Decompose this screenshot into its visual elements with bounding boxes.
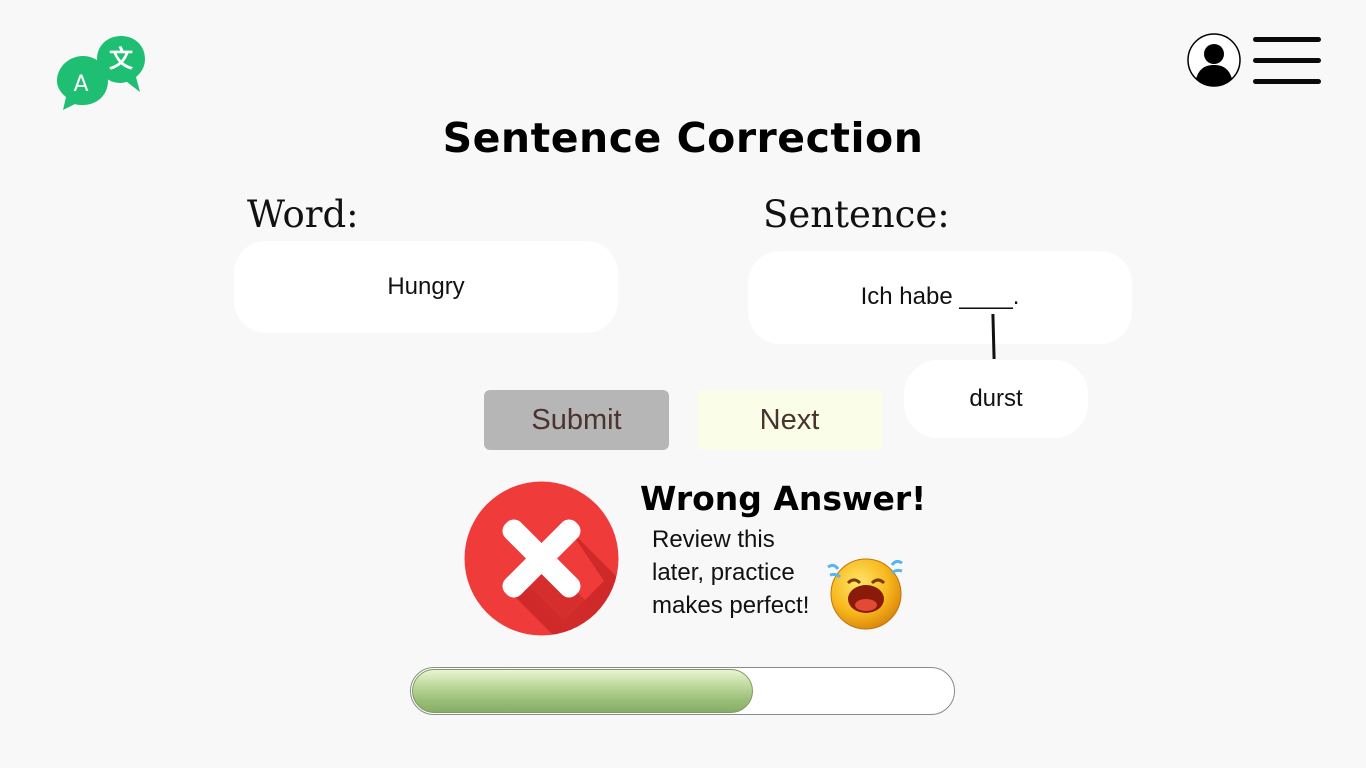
submit-button[interactable]: Submit [484, 390, 669, 450]
menu-bar [1253, 79, 1321, 84]
feedback-title: Wrong Answer! [640, 479, 927, 518]
answer-text: durst [969, 385, 1023, 412]
red-x-circle-icon [464, 481, 619, 636]
feedback-message: Review this later, practice makes perfec… [652, 526, 810, 619]
progress-bar [410, 667, 955, 715]
svg-text:A: A [73, 72, 88, 97]
next-button[interactable]: Next [697, 390, 882, 450]
profile-button[interactable] [1187, 33, 1241, 87]
answer-bubble[interactable]: durst [904, 360, 1088, 438]
translate-chat-bubbles-icon: 文 A [57, 36, 145, 110]
sentence-label: Sentence: [763, 193, 950, 236]
sentence-text: Ich habe ____. [860, 282, 1020, 310]
word-value-box: Hungry [234, 241, 618, 333]
app-logo[interactable]: 文 A [55, 34, 147, 110]
user-avatar-icon [1187, 33, 1241, 87]
progress-fill [412, 669, 753, 713]
page-title: Sentence Correction [442, 114, 924, 162]
word-label: Word: [247, 193, 359, 236]
hamburger-menu-icon[interactable] [1253, 37, 1321, 85]
word-value: Hungry [387, 273, 465, 300]
menu-bar [1253, 37, 1321, 42]
svg-text:文: 文 [109, 45, 134, 73]
menu-bar [1253, 58, 1321, 63]
crying-face-emoji-icon [824, 553, 906, 631]
sentence-box: Ich habe ____. [748, 251, 1132, 344]
